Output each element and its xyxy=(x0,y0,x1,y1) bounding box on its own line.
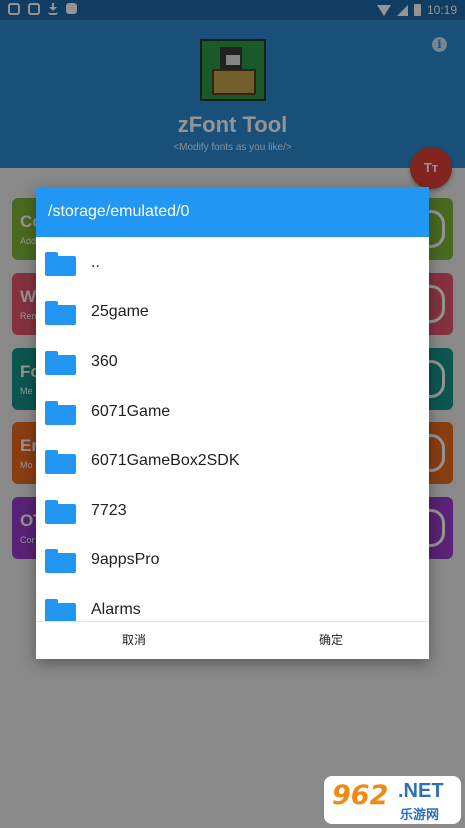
current-path: /storage/emulated/0 xyxy=(48,203,190,220)
folder-picker-dialog: /storage/emulated/0 .. 25game 360 6071Ga… xyxy=(36,187,429,659)
folder-name: 7723 xyxy=(91,502,127,519)
folder-name: 9appsPro xyxy=(91,551,160,568)
site-watermark-logo: 962 .NET 乐游网 xyxy=(324,776,461,824)
list-item[interactable]: 360 xyxy=(36,338,429,387)
folder-icon xyxy=(45,301,76,325)
watermark-chinese: 乐游网 xyxy=(400,808,440,823)
folder-name: 6071Game xyxy=(91,403,171,420)
folder-name: .. xyxy=(91,254,100,271)
dialog-header: /storage/emulated/0 xyxy=(36,187,429,237)
cancel-button[interactable]: 取消 xyxy=(36,622,232,659)
watermark-net: .NET xyxy=(398,780,444,802)
list-item[interactable]: 9appsPro xyxy=(36,536,429,585)
list-item[interactable]: 6071Game xyxy=(36,388,429,437)
folder-icon xyxy=(45,401,76,425)
folder-icon xyxy=(45,450,76,474)
folder-icon xyxy=(45,500,76,524)
folder-icon xyxy=(45,351,76,375)
list-item[interactable]: 6071GameBox2SDK xyxy=(36,437,429,486)
folder-list[interactable]: .. 25game 360 6071Game 6071GameBox2SDK 7… xyxy=(36,237,429,621)
folder-name: Alarms xyxy=(91,601,141,618)
folder-name: 6071GameBox2SDK xyxy=(91,452,240,469)
watermark-number: 962 xyxy=(332,780,389,811)
list-item[interactable]: Alarms xyxy=(36,586,429,621)
list-item[interactable]: 25game xyxy=(36,288,429,337)
folder-name: 25game xyxy=(91,303,149,320)
list-item[interactable]: .. xyxy=(36,239,429,288)
list-item[interactable]: 7723 xyxy=(36,487,429,536)
folder-icon xyxy=(45,599,76,621)
folder-name: 360 xyxy=(91,353,118,370)
confirm-button[interactable]: 确定 xyxy=(233,622,429,659)
folder-icon xyxy=(45,252,76,276)
folder-icon xyxy=(45,549,76,573)
